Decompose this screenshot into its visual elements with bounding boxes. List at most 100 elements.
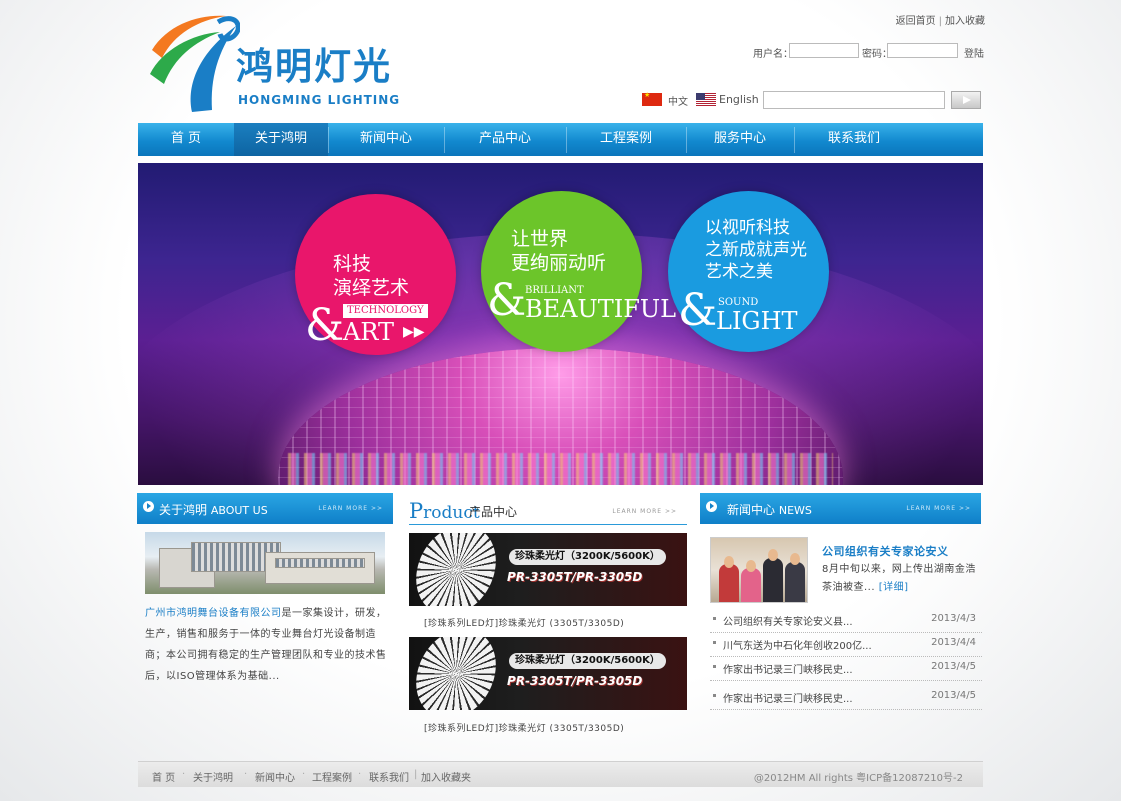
- circle-text-line: 让世界: [511, 228, 569, 250]
- search-button[interactable]: [951, 91, 981, 109]
- news-title: 新闻中心 NEWS: [727, 501, 812, 518]
- news-featured-summary: 8月中旬以来，网上传出湖南金浩茶油被查... [详细]: [822, 561, 982, 597]
- nav-news[interactable]: 新闻中心: [328, 123, 444, 156]
- footer-link-contact[interactable]: 联系我们: [369, 769, 409, 784]
- footer-link-news[interactable]: 新闻中心: [255, 769, 295, 784]
- news-item-title: 作家出书记录三门峡移民史...: [723, 665, 853, 676]
- nav-products[interactable]: 产品中心: [444, 123, 566, 156]
- banner-dome-lights: [288, 453, 833, 485]
- about-title-cn: 关于鸿明: [159, 503, 208, 517]
- ampersand-glyph: &: [305, 300, 345, 351]
- search-input[interactable]: [763, 91, 945, 109]
- nav-about[interactable]: 关于鸿明: [234, 123, 328, 156]
- circle-big-word: BEAUTIFUL: [525, 295, 677, 323]
- chevron-right-icon: [143, 501, 154, 512]
- product-title-cn: 产品中心: [469, 505, 518, 519]
- login-form: 用户名： 密码： 登陆: [720, 43, 985, 60]
- news-item-date: 2013/4/3: [931, 613, 976, 624]
- hero-banner[interactable]: 科技 演绎艺术 & TECHNOLOGY ART ▶▶ 让世界 更绚丽动听 & …: [138, 163, 983, 485]
- product-learn-more[interactable]: LEARN MORE >>: [612, 508, 677, 515]
- product-image-model: PR-3305T/PR-3305D: [507, 674, 643, 688]
- photo-person-head: [724, 556, 734, 568]
- news-featured-photo[interactable]: [710, 537, 808, 603]
- product-caption[interactable]: [珍珠系列LED灯]珍珠柔光灯 (3305T/3305D): [424, 721, 624, 734]
- username-input[interactable]: [789, 43, 859, 58]
- news-list-item[interactable]: 作家出书记录三门峡移民史... 2013/4/5: [710, 657, 982, 681]
- add-bookmark-link[interactable]: 加入收藏: [945, 16, 985, 27]
- lamp-panel-graphic: [409, 533, 503, 606]
- chevron-right-icon: [706, 501, 717, 512]
- ampersand-glyph: &: [678, 285, 718, 336]
- product-image-model: PR-3305T/PR-3305D: [507, 570, 643, 584]
- about-header: 关于鸿明 ABOUT US LEARN MORE >>: [137, 493, 393, 524]
- news-title-en: NEWS: [778, 504, 812, 517]
- company-name[interactable]: 广州市鸿明舞台设备有限公司: [145, 608, 282, 619]
- nav-projects[interactable]: 工程案例: [566, 123, 686, 156]
- about-body: 是一家集设计，研发，生产，销售和服务于一体的专业舞台灯光设备制造商；本公司拥有稳…: [145, 608, 387, 682]
- logo-english-name: HONGMING LIGHTING: [238, 93, 401, 107]
- footer-separator: ·: [302, 769, 306, 780]
- company-building-image: [145, 532, 385, 594]
- circle-text-line: 艺术之美: [705, 262, 773, 282]
- news-header: 新闻中心 NEWS LEARN MORE >>: [700, 493, 981, 524]
- nav-home[interactable]: 首 页: [138, 123, 234, 156]
- banner-circle-brilliant-beautiful: 让世界 更绚丽动听 & BRILLIANT BEAUTIFUL: [481, 191, 676, 352]
- login-button[interactable]: 登陆: [964, 45, 984, 60]
- banner-circle-sound-light: 以视听科技 之新成就声光 艺术之美 & SOUND LIGHT: [668, 191, 829, 352]
- product-image-label: 珍珠柔光灯（3200K/5600K）: [509, 549, 666, 565]
- top-links: 返回首页 | 加入收藏: [860, 12, 985, 27]
- bullet-icon: [713, 694, 716, 697]
- news-learn-more[interactable]: LEARN MORE >>: [906, 505, 971, 512]
- building-shape: [265, 552, 375, 584]
- product-header: Product 产品中心 LEARN MORE >>: [409, 497, 687, 525]
- building-shape: [275, 558, 365, 568]
- about-title-en: ABOUT US: [210, 504, 268, 517]
- photo-person: [785, 562, 805, 602]
- news-item-title: 公司组织有关专家论安义县...: [723, 617, 853, 628]
- news-list-item[interactable]: 川气东送为中石化年创收200亿... 2013/4/4: [710, 633, 982, 657]
- news-featured-title[interactable]: 公司组织有关专家论安义: [822, 543, 949, 559]
- photo-person-head: [746, 560, 756, 572]
- circle-text-line: 科技: [333, 253, 372, 275]
- main-nav: 首 页 关于鸿明 新闻中心 产品中心 工程案例 服务中心 联系我们: [138, 123, 983, 156]
- footer-link-home[interactable]: 首 页: [152, 769, 175, 784]
- lamp-panel-graphic: [409, 637, 503, 710]
- circle-text-line: 之新成就声光: [705, 240, 807, 260]
- product-image[interactable]: 珍珠柔光灯（3200K/5600K） PR-3305T/PR-3305D: [409, 533, 687, 606]
- back-home-link[interactable]: 返回首页: [896, 16, 936, 27]
- news-list-item[interactable]: 作家出书记录三门峡移民史... 2013/4/5: [710, 686, 982, 710]
- nav-service[interactable]: 服务中心: [686, 123, 794, 156]
- bullet-icon: [713, 617, 716, 620]
- language-switcher: 中文 English: [642, 90, 759, 108]
- photo-person-head: [790, 553, 800, 565]
- footer-separator: ·: [182, 769, 186, 780]
- product-image-label: 珍珠柔光灯（3200K/5600K）: [509, 653, 666, 669]
- lang-english[interactable]: English: [719, 93, 759, 106]
- news-item-title: 作家出书记录三门峡移民史...: [723, 694, 853, 705]
- us-flag-icon[interactable]: [696, 93, 716, 106]
- circle-big-word: LIGHT: [716, 307, 798, 335]
- news-detail-link[interactable]: [详细]: [879, 582, 909, 593]
- about-learn-more[interactable]: LEARN MORE >>: [318, 505, 383, 512]
- footer-link-projects[interactable]: 工程案例: [312, 769, 352, 784]
- circle-text-line: 以视听科技: [705, 218, 790, 238]
- photo-person: [741, 568, 761, 602]
- news-title-cn: 新闻中心: [727, 503, 776, 517]
- product-caption[interactable]: [珍珠系列LED灯]珍珠柔光灯 (3305T/3305D): [424, 616, 624, 629]
- news-list-item[interactable]: 公司组织有关专家论安义县... 2013/4/3: [710, 609, 982, 633]
- product-image[interactable]: 珍珠柔光灯（3200K/5600K） PR-3305T/PR-3305D: [409, 637, 687, 710]
- nav-contact[interactable]: 联系我们: [794, 123, 914, 156]
- news-item-date: 2013/4/5: [931, 661, 976, 672]
- china-flag-icon[interactable]: [642, 91, 662, 106]
- footer-link-about[interactable]: 关于鸿明: [193, 769, 233, 784]
- footer-link-bookmark[interactable]: 加入收藏夹: [421, 769, 471, 784]
- photo-person: [719, 564, 739, 602]
- circle-big-word: ART: [343, 318, 394, 346]
- news-item-title: 川气东送为中石化年创收200亿...: [723, 641, 872, 652]
- footer-copyright: @2012HM All rights 粤ICP备12087210号-2: [753, 773, 963, 784]
- about-title: 关于鸿明 ABOUT US: [159, 501, 268, 518]
- product-title-initial: P: [409, 499, 424, 523]
- password-input[interactable]: [887, 43, 958, 58]
- logo-chinese-name: 鸿明灯光: [236, 45, 392, 88]
- lang-chinese[interactable]: 中文: [668, 93, 688, 108]
